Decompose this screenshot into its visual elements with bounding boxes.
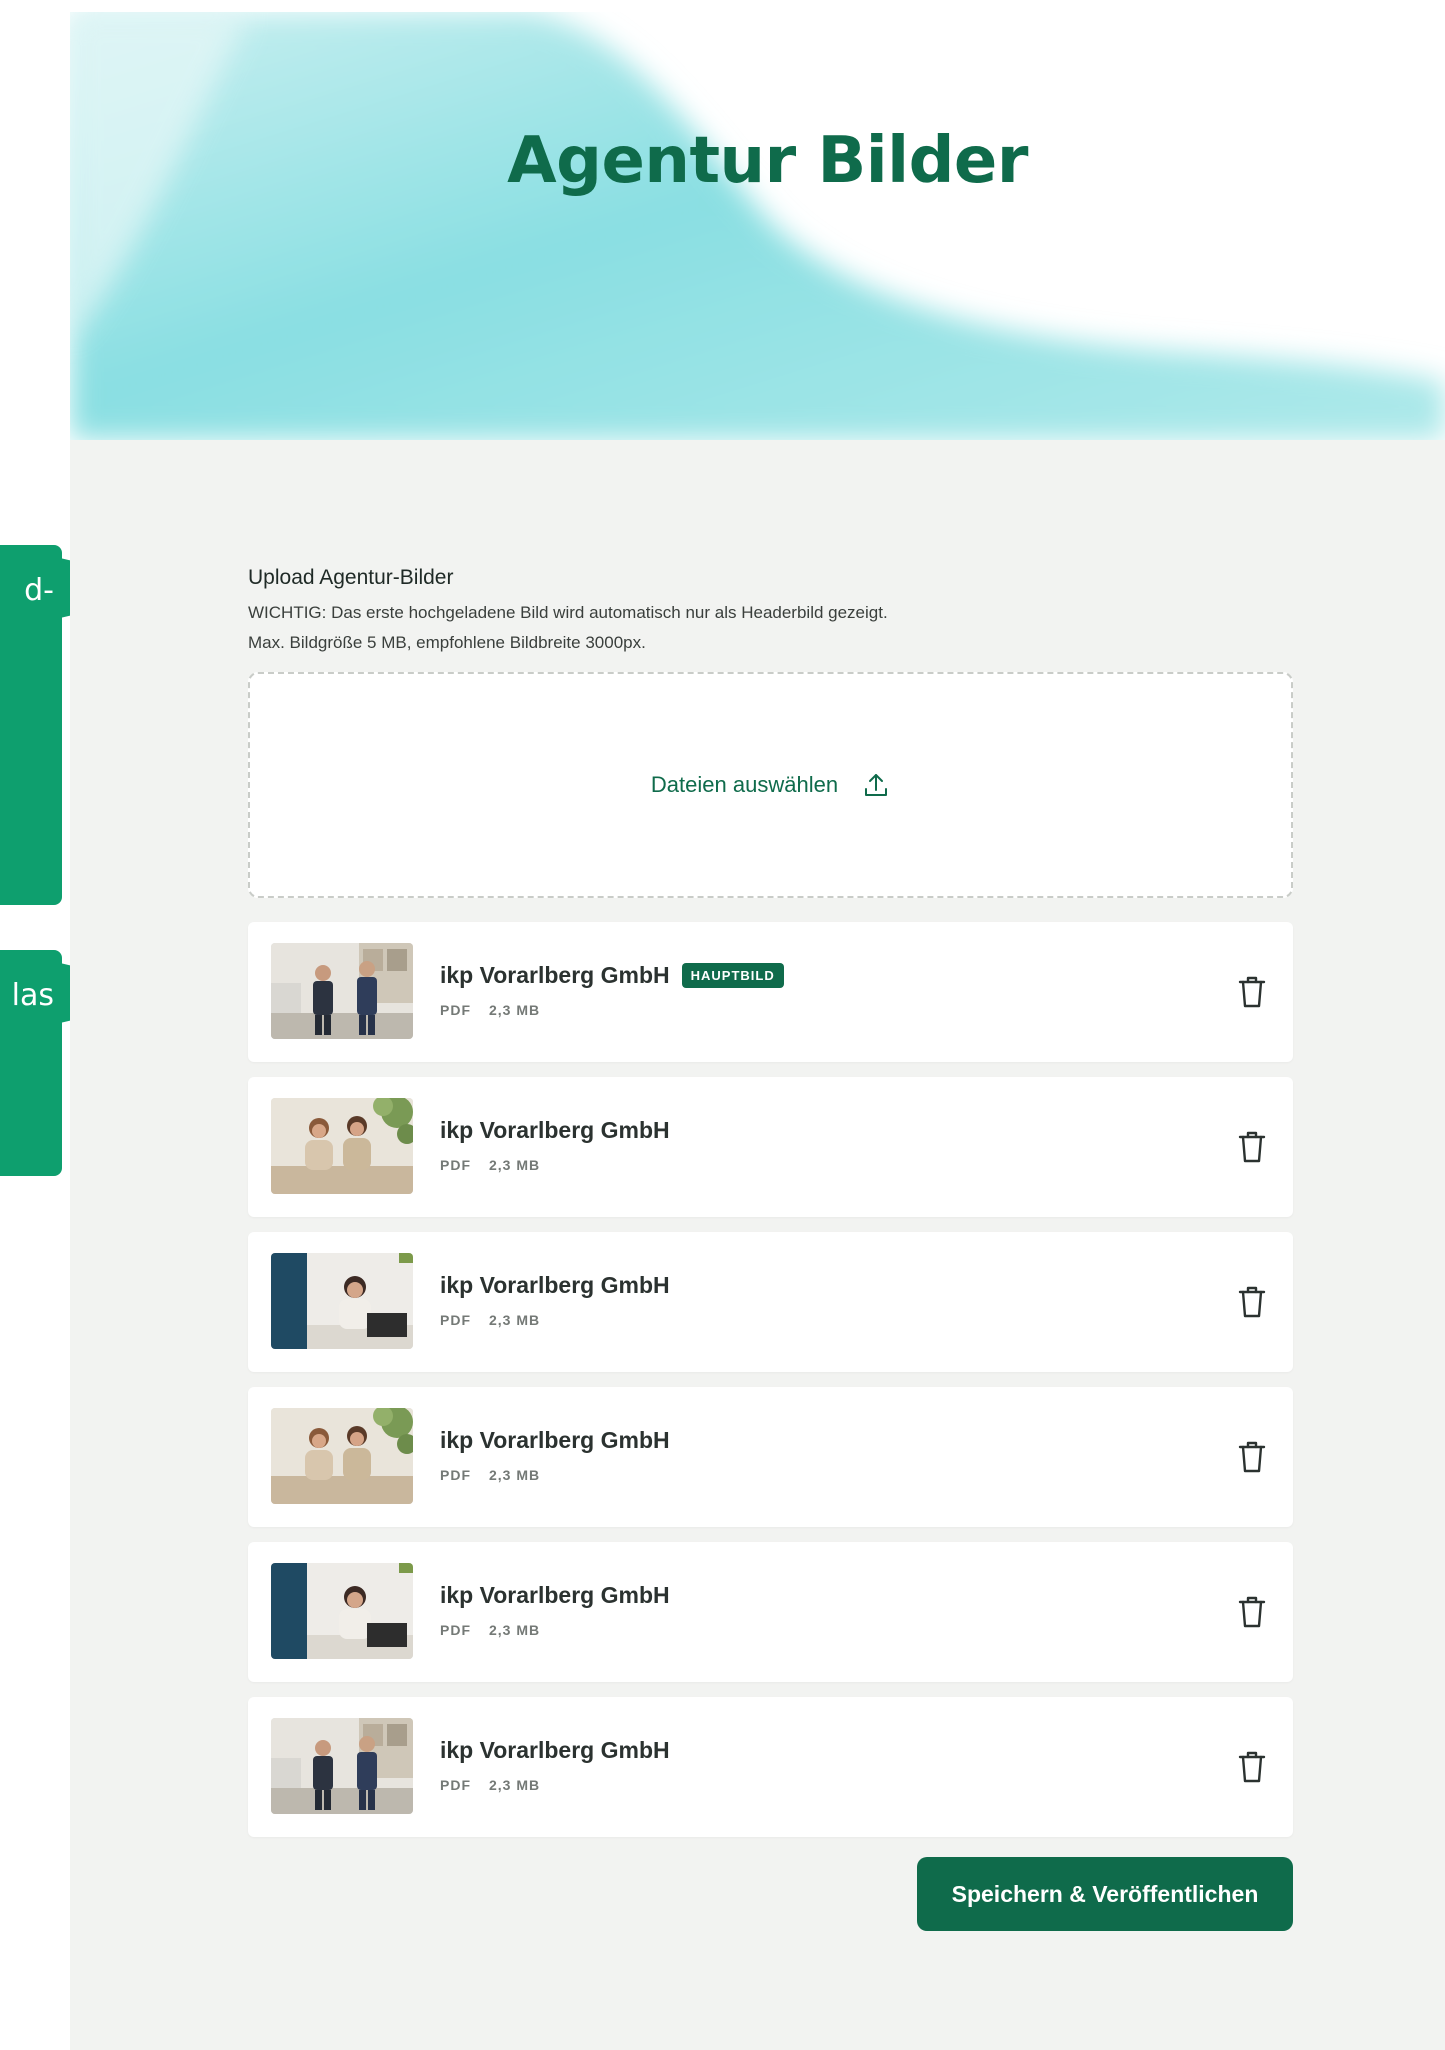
file-name-line: ikp Vorarlberg GmbH: [440, 1582, 670, 1609]
hero-wave-background: [70, 12, 1445, 440]
file-meta: PDF 2,3 MB: [440, 1002, 540, 1018]
file-meta: PDF 2,3 MB: [440, 1312, 540, 1328]
file-list-item: ikp Vorarlberg GmbH PDF 2,3 MB: [248, 1542, 1293, 1682]
page-container: Agentur Bilder Upload Agentur-Bilder WIC…: [70, 12, 1445, 2050]
file-size: 2,3 MB: [489, 1467, 541, 1483]
file-meta: PDF 2,3 MB: [440, 1467, 540, 1483]
file-meta: PDF 2,3 MB: [440, 1777, 540, 1793]
file-type: PDF: [440, 1622, 471, 1638]
trash-icon[interactable]: [1237, 1439, 1267, 1475]
trash-icon[interactable]: [1237, 1749, 1267, 1785]
file-type: PDF: [440, 1157, 471, 1173]
file-meta: PDF 2,3 MB: [440, 1622, 540, 1638]
file-name-line: ikp Vorarlberg GmbH: [440, 1737, 670, 1764]
file-name-line: ikp Vorarlberg GmbH HAUPTBILD: [440, 962, 784, 989]
file-size: 2,3 MB: [489, 1002, 541, 1018]
file-name: ikp Vorarlberg GmbH: [440, 1737, 670, 1763]
file-thumbnail: [271, 1718, 413, 1814]
file-name: ikp Vorarlberg GmbH: [440, 1582, 670, 1608]
upload-note-important: WICHTIG: Das erste hochgeladene Bild wir…: [248, 603, 888, 622]
file-name: ikp Vorarlberg GmbH: [440, 1272, 670, 1298]
file-name: ikp Vorarlberg GmbH: [440, 962, 670, 988]
trash-icon[interactable]: [1237, 1594, 1267, 1630]
file-size: 2,3 MB: [489, 1777, 541, 1793]
upload-title: Upload Agentur-Bilder: [248, 566, 454, 589]
save-publish-button[interactable]: Speichern & Veröffentlichen: [917, 1857, 1293, 1931]
trash-icon[interactable]: [1237, 1284, 1267, 1320]
file-list-item: ikp Vorarlberg GmbH PDF 2,3 MB: [248, 1232, 1293, 1372]
page-title: Agentur Bilder: [507, 124, 1028, 198]
uploaded-file-list: ikp Vorarlberg GmbH HAUPTBILD PDF 2,3 MB …: [248, 922, 1293, 1837]
annotation-text: las: [11, 978, 54, 1013]
file-list-item: ikp Vorarlberg GmbH PDF 2,3 MB: [248, 1077, 1293, 1217]
main-image-badge: HAUPTBILD: [681, 963, 784, 988]
file-thumbnail: [271, 943, 413, 1039]
file-size: 2,3 MB: [489, 1312, 541, 1328]
trash-icon[interactable]: [1237, 1129, 1267, 1165]
upload-note-size: Max. Bildgröße 5 MB, empfohlene Bildbrei…: [248, 633, 646, 652]
upload-section: Upload Agentur-Bilder WICHTIG: Das erste…: [248, 564, 1293, 1931]
hero-header: Agentur Bilder: [70, 12, 1445, 440]
file-dropzone[interactable]: Dateien auswählen: [248, 672, 1293, 898]
file-thumbnail: [271, 1253, 413, 1349]
annotation-callout-2: las: [0, 950, 62, 1176]
file-type: PDF: [440, 1002, 471, 1018]
file-meta: PDF 2,3 MB: [440, 1157, 540, 1173]
file-name-line: ikp Vorarlberg GmbH: [440, 1272, 670, 1299]
choose-files-label: Dateien auswählen: [650, 772, 839, 797]
file-thumbnail: [271, 1408, 413, 1504]
upload-icon: [862, 771, 890, 799]
annotation-text: d-: [24, 573, 54, 608]
file-name: ikp Vorarlberg GmbH: [440, 1117, 670, 1143]
file-list-item: ikp Vorarlberg GmbH PDF 2,3 MB: [248, 1697, 1293, 1837]
file-thumbnail: [271, 1563, 413, 1659]
file-type: PDF: [440, 1312, 471, 1328]
file-name-line: ikp Vorarlberg GmbH: [440, 1117, 670, 1144]
file-thumbnail: [271, 1098, 413, 1194]
file-list-item: ikp Vorarlberg GmbH HAUPTBILD PDF 2,3 MB: [248, 922, 1293, 1062]
file-size: 2,3 MB: [489, 1622, 541, 1638]
file-name: ikp Vorarlberg GmbH: [440, 1427, 670, 1453]
annotation-callout-1: d-: [0, 545, 62, 905]
save-actions: Speichern & Veröffentlichen: [248, 1857, 1293, 1931]
file-type: PDF: [440, 1467, 471, 1483]
file-size: 2,3 MB: [489, 1157, 541, 1173]
file-name-line: ikp Vorarlberg GmbH: [440, 1427, 670, 1454]
trash-icon[interactable]: [1237, 974, 1267, 1010]
file-type: PDF: [440, 1777, 471, 1793]
file-list-item: ikp Vorarlberg GmbH PDF 2,3 MB: [248, 1387, 1293, 1527]
